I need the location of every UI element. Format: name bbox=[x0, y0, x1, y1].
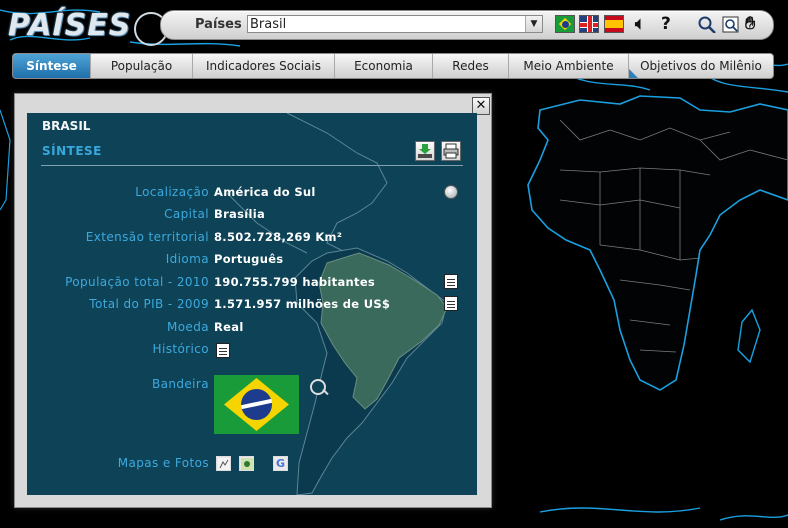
tab-bar: Síntese População Indicadores Sociais Ec… bbox=[12, 53, 774, 79]
populacao-document-icon[interactable] bbox=[444, 274, 458, 289]
print-button[interactable] bbox=[441, 141, 461, 161]
google-letter: G bbox=[275, 457, 286, 470]
brazil-flag-image[interactable] bbox=[214, 375, 299, 434]
download-button[interactable] bbox=[415, 141, 435, 161]
populacao-label: População total - 2010 bbox=[65, 275, 209, 289]
pib-label: Total do PIB - 2009 bbox=[89, 297, 209, 311]
logo-text: PAÍSES bbox=[8, 8, 132, 43]
populacao-value: 190.755.799 habitantes bbox=[214, 275, 376, 289]
tab-indicadores-sociais[interactable]: Indicadores Sociais bbox=[193, 54, 335, 78]
tab-populacao[interactable]: População bbox=[91, 54, 193, 78]
help-icon[interactable]: ? bbox=[661, 13, 671, 35]
globe-icon[interactable] bbox=[444, 185, 458, 199]
print-icon bbox=[443, 143, 459, 159]
tab-label: Economia bbox=[354, 59, 413, 73]
audio-icon[interactable]: 🔈︎ bbox=[635, 13, 645, 35]
zoom-in-icon[interactable] bbox=[310, 379, 326, 395]
flag-uk-icon[interactable] bbox=[579, 15, 599, 33]
tab-corner-marker bbox=[629, 69, 638, 78]
extensao-label: Extensão territorial bbox=[85, 230, 209, 244]
photo-icon[interactable] bbox=[239, 456, 254, 471]
pan-hand-icon[interactable]: ✋︎ bbox=[745, 13, 755, 35]
tab-label: Objetivos do Milênio bbox=[640, 59, 762, 73]
moeda-label: Moeda bbox=[166, 320, 209, 334]
flag-spain-icon[interactable] bbox=[604, 15, 624, 33]
country-title: BRASIL bbox=[42, 119, 91, 133]
country-select-value: Brasil bbox=[250, 17, 287, 32]
tab-label: Redes bbox=[452, 59, 489, 73]
pib-value: 1.571.957 milhões de US$ bbox=[214, 297, 391, 311]
tab-meio-ambiente[interactable]: Meio Ambiente bbox=[509, 54, 629, 78]
historico-document-icon[interactable] bbox=[216, 343, 230, 358]
extensao-value: 8.502.728,269 Km² bbox=[214, 230, 343, 244]
flag-brazil-icon[interactable] bbox=[555, 15, 575, 33]
idioma-value: Português bbox=[214, 252, 284, 266]
country-info-panel: ✕ BRASIL SÍNTESE Localização América do … bbox=[14, 93, 492, 508]
country-label: Países bbox=[195, 17, 242, 32]
google-icon[interactable]: G bbox=[273, 456, 288, 471]
section-title: SÍNTESE bbox=[42, 144, 102, 158]
close-icon: ✕ bbox=[475, 98, 487, 113]
mapas-fotos-label: Mapas e Fotos bbox=[117, 456, 209, 470]
tab-label: Indicadores Sociais bbox=[206, 59, 321, 73]
tab-label: Síntese bbox=[26, 59, 77, 73]
tab-label: Meio Ambiente bbox=[523, 59, 614, 73]
tab-redes[interactable]: Redes bbox=[433, 54, 509, 78]
divider bbox=[41, 165, 463, 166]
capital-label: Capital bbox=[164, 207, 209, 221]
chevron-down-icon[interactable]: ▼ bbox=[525, 16, 542, 32]
tab-objetivos-do-milenio[interactable]: Objetivos do Milênio bbox=[629, 54, 773, 78]
search-icon[interactable] bbox=[697, 15, 717, 33]
download-icon bbox=[418, 144, 432, 158]
historico-label: Histórico bbox=[152, 342, 209, 356]
zoom-icon[interactable] bbox=[721, 15, 741, 33]
panel-content: BRASIL SÍNTESE Localização América do Su… bbox=[27, 113, 477, 495]
bandeira-label: Bandeira bbox=[151, 377, 209, 391]
top-toolbar: Países Brasil ▼ 🔈︎ ? ✋︎ bbox=[160, 10, 774, 40]
tab-sintese[interactable]: Síntese bbox=[13, 54, 91, 78]
app-logo: PAÍSES bbox=[8, 6, 168, 46]
tab-label: População bbox=[110, 59, 173, 73]
pib-document-icon[interactable] bbox=[444, 296, 458, 311]
localizacao-label: Localização bbox=[135, 185, 209, 199]
idioma-label: Idioma bbox=[165, 252, 209, 266]
capital-value: Brasília bbox=[214, 207, 266, 221]
localizacao-value: América do Sul bbox=[214, 185, 316, 199]
country-select[interactable]: Brasil ▼ bbox=[247, 15, 543, 33]
moeda-value: Real bbox=[214, 320, 244, 334]
map-icon[interactable] bbox=[216, 456, 231, 471]
tab-economia[interactable]: Economia bbox=[335, 54, 433, 78]
